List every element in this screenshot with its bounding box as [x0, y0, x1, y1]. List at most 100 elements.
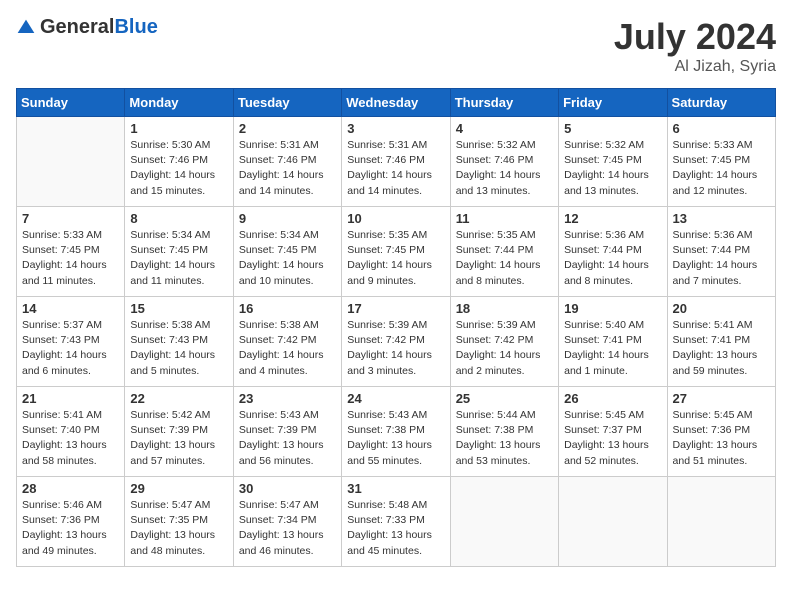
- cell-info: Sunrise: 5:36 AMSunset: 7:44 PMDaylight:…: [564, 228, 661, 289]
- day-number: 28: [22, 481, 119, 496]
- calendar-cell: 31 Sunrise: 5:48 AMSunset: 7:33 PMDayligh…: [342, 477, 450, 567]
- column-header-friday: Friday: [559, 89, 667, 117]
- cell-info: Sunrise: 5:46 AMSunset: 7:36 PMDaylight:…: [22, 498, 119, 559]
- day-number: 22: [130, 391, 227, 406]
- calendar-cell: 1 Sunrise: 5:30 AMSunset: 7:46 PMDaylight…: [125, 117, 233, 207]
- day-number: 17: [347, 301, 444, 316]
- cell-info: Sunrise: 5:30 AMSunset: 7:46 PMDaylight:…: [130, 138, 227, 199]
- calendar-cell: 4 Sunrise: 5:32 AMSunset: 7:46 PMDaylight…: [450, 117, 558, 207]
- cell-info: Sunrise: 5:47 AMSunset: 7:34 PMDaylight:…: [239, 498, 336, 559]
- title-block: July 2024 Al Jizah, Syria: [614, 16, 776, 76]
- day-number: 10: [347, 211, 444, 226]
- calendar-cell: 6 Sunrise: 5:33 AMSunset: 7:45 PMDaylight…: [667, 117, 775, 207]
- calendar-cell: 24Sunrise: 5:43 AMSunset: 7:38 PMDayligh…: [342, 387, 450, 477]
- cell-info: Sunrise: 5:43 AMSunset: 7:39 PMDaylight:…: [239, 408, 336, 469]
- day-number: 29: [130, 481, 227, 496]
- day-number: 19: [564, 301, 661, 316]
- day-number: 18: [456, 301, 553, 316]
- logo-icon: [16, 18, 36, 38]
- day-number: 9: [239, 211, 336, 226]
- day-number: 16: [239, 301, 336, 316]
- day-number: 1: [130, 121, 227, 136]
- cell-info: Sunrise: 5:39 AMSunset: 7:42 PMDaylight:…: [456, 318, 553, 379]
- cell-info: Sunrise: 5:38 AMSunset: 7:42 PMDaylight:…: [239, 318, 336, 379]
- cell-info: Sunrise: 5:34 AMSunset: 7:45 PMDaylight:…: [239, 228, 336, 289]
- calendar-cell: 3 Sunrise: 5:31 AMSunset: 7:46 PMDaylight…: [342, 117, 450, 207]
- day-number: 5: [564, 121, 661, 136]
- calendar-week-row: 7 Sunrise: 5:33 AMSunset: 7:45 PMDaylight…: [17, 207, 776, 297]
- column-header-wednesday: Wednesday: [342, 89, 450, 117]
- calendar-cell: 2 Sunrise: 5:31 AMSunset: 7:46 PMDaylight…: [233, 117, 341, 207]
- cell-info: Sunrise: 5:34 AMSunset: 7:45 PMDaylight:…: [130, 228, 227, 289]
- cell-info: Sunrise: 5:44 AMSunset: 7:38 PMDaylight:…: [456, 408, 553, 469]
- day-number: 31: [347, 481, 444, 496]
- cell-info: Sunrise: 5:40 AMSunset: 7:41 PMDaylight:…: [564, 318, 661, 379]
- logo-text: GeneralBlue: [40, 16, 158, 39]
- cell-info: Sunrise: 5:33 AMSunset: 7:45 PMDaylight:…: [673, 138, 770, 199]
- column-header-sunday: Sunday: [17, 89, 125, 117]
- cell-info: Sunrise: 5:36 AMSunset: 7:44 PMDaylight:…: [673, 228, 770, 289]
- day-number: 21: [22, 391, 119, 406]
- cell-info: Sunrise: 5:31 AMSunset: 7:46 PMDaylight:…: [347, 138, 444, 199]
- day-number: 20: [673, 301, 770, 316]
- calendar-cell: 18 Sunrise: 5:39 AMSunset: 7:42 PMDayligh…: [450, 297, 558, 387]
- calendar-cell: 5 Sunrise: 5:32 AMSunset: 7:45 PMDaylight…: [559, 117, 667, 207]
- column-header-thursday: Thursday: [450, 89, 558, 117]
- calendar-cell: 17 Sunrise: 5:39 AMSunset: 7:42 PMDayligh…: [342, 297, 450, 387]
- calendar-cell: 12 Sunrise: 5:36 AMSunset: 7:44 PMDayligh…: [559, 207, 667, 297]
- calendar-cell: [450, 477, 558, 567]
- cell-info: Sunrise: 5:48 AMSunset: 7:33 PMDaylight:…: [347, 498, 444, 559]
- day-number: 25: [456, 391, 553, 406]
- calendar-week-row: 21 Sunrise: 5:41 AMSunset: 7:40 PMDayligh…: [17, 387, 776, 477]
- cell-info: Sunrise: 5:41 AMSunset: 7:40 PMDaylight:…: [22, 408, 119, 469]
- calendar-cell: 20 Sunrise: 5:41 AMSunset: 7:41 PMDayligh…: [667, 297, 775, 387]
- cell-info: Sunrise: 5:45 AMSunset: 7:36 PMDaylight:…: [673, 408, 770, 469]
- day-number: 3: [347, 121, 444, 136]
- day-number: 2: [239, 121, 336, 136]
- day-number: 24: [347, 391, 444, 406]
- calendar-cell: 26 Sunrise: 5:45 AMSunset: 7:37 PMDayligh…: [559, 387, 667, 477]
- logo: GeneralBlue: [16, 16, 158, 39]
- logo-blue: Blue: [114, 16, 157, 38]
- calendar-cell: [17, 117, 125, 207]
- calendar-cell: 14Sunrise: 5:37 AMSunset: 7:43 PMDayligh…: [17, 297, 125, 387]
- calendar-table: SundayMondayTuesdayWednesdayThursdayFrid…: [16, 88, 776, 567]
- calendar-cell: 21 Sunrise: 5:41 AMSunset: 7:40 PMDayligh…: [17, 387, 125, 477]
- day-number: 11: [456, 211, 553, 226]
- calendar-cell: 23Sunrise: 5:43 AMSunset: 7:39 PMDayligh…: [233, 387, 341, 477]
- calendar-title: July 2024: [614, 16, 776, 58]
- calendar-cell: 22 Sunrise: 5:42 AMSunset: 7:39 PMDayligh…: [125, 387, 233, 477]
- page-header: GeneralBlue July 2024 Al Jizah, Syria: [16, 16, 776, 76]
- day-number: 12: [564, 211, 661, 226]
- cell-info: Sunrise: 5:42 AMSunset: 7:39 PMDaylight:…: [130, 408, 227, 469]
- calendar-cell: 28 Sunrise: 5:46 AMSunset: 7:36 PMDayligh…: [17, 477, 125, 567]
- day-number: 6: [673, 121, 770, 136]
- cell-info: Sunrise: 5:41 AMSunset: 7:41 PMDaylight:…: [673, 318, 770, 379]
- day-number: 26: [564, 391, 661, 406]
- cell-info: Sunrise: 5:32 AMSunset: 7:46 PMDaylight:…: [456, 138, 553, 199]
- calendar-week-row: 1 Sunrise: 5:30 AMSunset: 7:46 PMDaylight…: [17, 117, 776, 207]
- day-number: 8: [130, 211, 227, 226]
- day-number: 4: [456, 121, 553, 136]
- calendar-cell: 8 Sunrise: 5:34 AMSunset: 7:45 PMDaylight…: [125, 207, 233, 297]
- calendar-cell: [667, 477, 775, 567]
- calendar-cell: 25 Sunrise: 5:44 AMSunset: 7:38 PMDayligh…: [450, 387, 558, 477]
- calendar-cell: 29Sunrise: 5:47 AMSunset: 7:35 PMDayligh…: [125, 477, 233, 567]
- column-header-monday: Monday: [125, 89, 233, 117]
- calendar-cell: 16 Sunrise: 5:38 AMSunset: 7:42 PMDayligh…: [233, 297, 341, 387]
- calendar-week-row: 28 Sunrise: 5:46 AMSunset: 7:36 PMDayligh…: [17, 477, 776, 567]
- cell-info: Sunrise: 5:35 AMSunset: 7:45 PMDaylight:…: [347, 228, 444, 289]
- cell-info: Sunrise: 5:38 AMSunset: 7:43 PMDaylight:…: [130, 318, 227, 379]
- column-header-saturday: Saturday: [667, 89, 775, 117]
- day-number: 15: [130, 301, 227, 316]
- day-number: 7: [22, 211, 119, 226]
- cell-info: Sunrise: 5:39 AMSunset: 7:42 PMDaylight:…: [347, 318, 444, 379]
- logo-general: General: [40, 16, 114, 38]
- cell-info: Sunrise: 5:33 AMSunset: 7:45 PMDaylight:…: [22, 228, 119, 289]
- calendar-cell: 27Sunrise: 5:45 AMSunset: 7:36 PMDayligh…: [667, 387, 775, 477]
- calendar-header-row: SundayMondayTuesdayWednesdayThursdayFrid…: [17, 89, 776, 117]
- cell-info: Sunrise: 5:31 AMSunset: 7:46 PMDaylight:…: [239, 138, 336, 199]
- day-number: 13: [673, 211, 770, 226]
- cell-info: Sunrise: 5:32 AMSunset: 7:45 PMDaylight:…: [564, 138, 661, 199]
- cell-info: Sunrise: 5:45 AMSunset: 7:37 PMDaylight:…: [564, 408, 661, 469]
